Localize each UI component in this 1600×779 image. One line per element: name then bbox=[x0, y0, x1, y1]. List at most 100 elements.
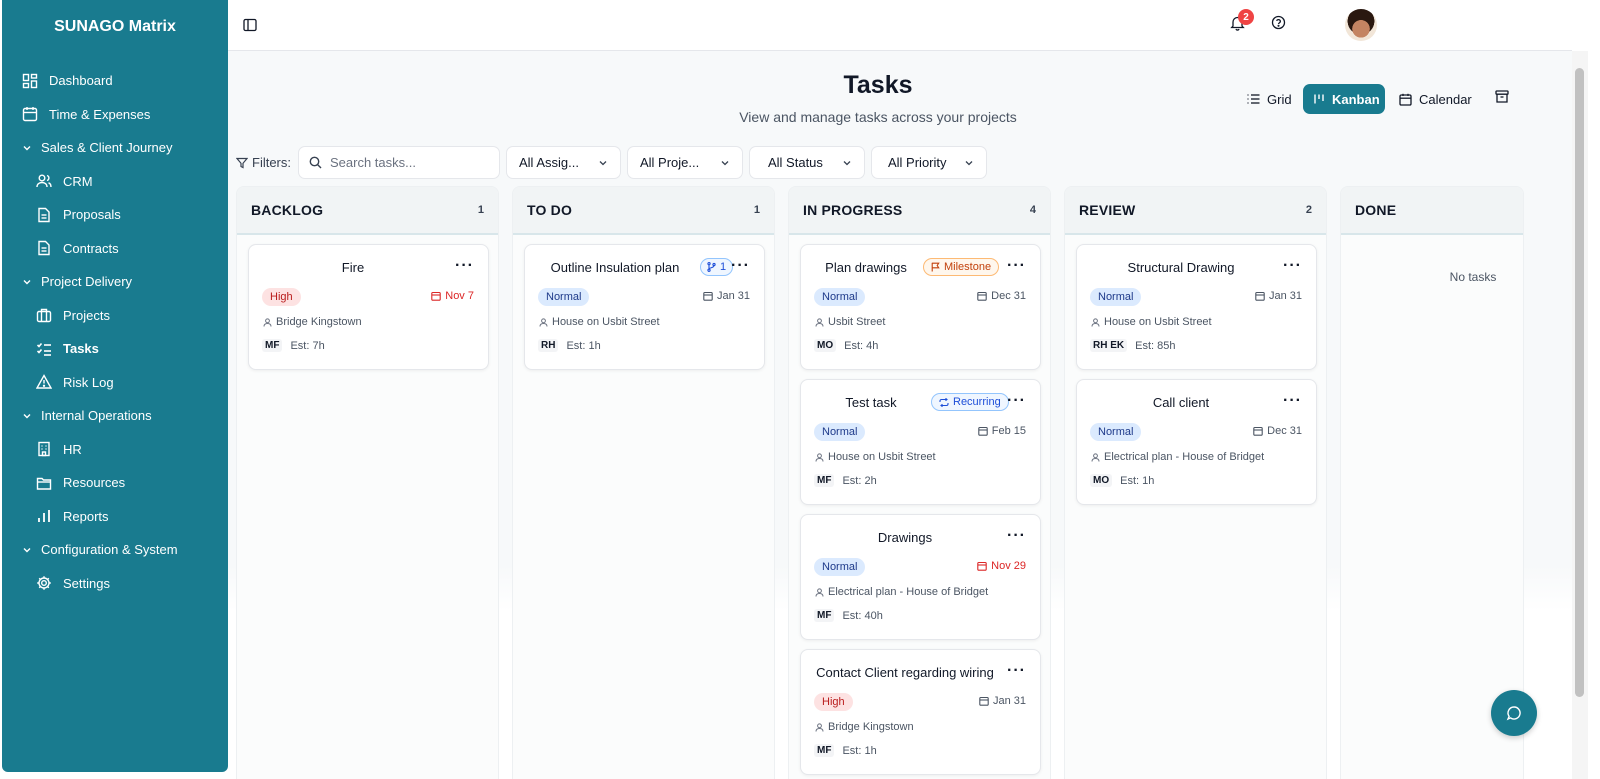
search-input[interactable] bbox=[330, 155, 490, 170]
warning-icon bbox=[36, 374, 52, 390]
sidebar-item-hr[interactable]: HR bbox=[2, 433, 228, 467]
task-project-text: Usbit Street bbox=[828, 316, 886, 328]
column-header: REVIEW 2 bbox=[1065, 187, 1326, 235]
calendar-icon bbox=[1253, 426, 1263, 436]
chevron-down-icon bbox=[22, 277, 34, 287]
avatar[interactable] bbox=[1345, 9, 1377, 41]
help-button[interactable] bbox=[1268, 15, 1288, 35]
bar-chart-icon bbox=[36, 508, 52, 524]
status-filter-select[interactable]: All Status bbox=[749, 146, 865, 179]
card-menu-icon[interactable]: ··· bbox=[1007, 662, 1026, 680]
due-date: Dec 31 bbox=[1253, 425, 1302, 437]
task-project: House on Usbit Street bbox=[1091, 316, 1212, 328]
project-filter-select[interactable]: All Proje... bbox=[627, 146, 743, 179]
sidebar-item-contracts[interactable]: Contracts bbox=[2, 232, 228, 266]
recurring-badge: Recurring bbox=[931, 393, 1009, 411]
document-icon bbox=[36, 207, 52, 223]
task-card[interactable]: Test task Recurring ··· Normal Feb 15 Ho… bbox=[800, 379, 1041, 505]
chat-button[interactable] bbox=[1491, 690, 1537, 736]
sidebar-item-crm[interactable]: CRM bbox=[2, 165, 228, 199]
task-meta: MF Est: 40h bbox=[814, 609, 883, 622]
sidebar-section-internal-ops[interactable]: Internal Operations bbox=[2, 399, 228, 433]
view-calendar-button[interactable]: Calendar bbox=[1389, 84, 1482, 114]
sidebar-section-label: Configuration & System bbox=[41, 542, 178, 558]
task-card[interactable]: Fire ··· High Nov 7 Bridge Kingstown MF … bbox=[248, 244, 489, 370]
filters-label-text: Filters: bbox=[252, 155, 291, 170]
due-date: Jan 31 bbox=[979, 695, 1026, 707]
sidebar-item-proposals[interactable]: Proposals bbox=[2, 198, 228, 232]
card-menu-icon[interactable]: ··· bbox=[1007, 527, 1026, 545]
priority-badge: Normal bbox=[814, 558, 866, 576]
task-title: Outline Insulation plan bbox=[550, 260, 680, 275]
sidebar-item-dashboard[interactable]: Dashboard bbox=[2, 64, 228, 98]
view-grid-button[interactable]: Grid bbox=[1237, 84, 1302, 114]
sidebar-item-label: HR bbox=[63, 441, 82, 457]
sidebar-item-resources[interactable]: Resources bbox=[2, 466, 228, 500]
brand-logo[interactable]: SUNAGO Matrix bbox=[2, 18, 228, 36]
priority-badge: High bbox=[814, 693, 853, 711]
user-icon bbox=[815, 722, 824, 732]
task-project-text: Bridge Kingstown bbox=[276, 316, 362, 328]
assignee-filter-select[interactable]: All Assig... bbox=[506, 146, 621, 179]
due-date: Dec 31 bbox=[977, 290, 1026, 302]
card-menu-icon[interactable]: ··· bbox=[455, 257, 474, 275]
task-card[interactable]: Plan drawings Milestone ··· Normal Dec 3… bbox=[800, 244, 1041, 370]
task-card[interactable]: Outline Insulation plan 1 ··· Normal Jan… bbox=[524, 244, 765, 370]
task-card[interactable]: Drawings ··· Normal Nov 29 Electrical pl… bbox=[800, 514, 1041, 640]
sidebar-toggle-icon[interactable] bbox=[241, 16, 259, 34]
card-menu-icon[interactable]: ··· bbox=[1007, 257, 1026, 275]
card-menu-icon[interactable]: ··· bbox=[1007, 392, 1026, 410]
column-title: TO DO bbox=[527, 202, 573, 218]
task-estimate: Est: 40h bbox=[842, 609, 883, 622]
empty-column-text: No tasks bbox=[1449, 270, 1497, 284]
sidebar-item-label: Projects bbox=[63, 307, 110, 323]
notification-badge: 2 bbox=[1238, 9, 1254, 25]
due-date-text: Feb 15 bbox=[991, 425, 1026, 437]
search-box[interactable] bbox=[298, 146, 500, 179]
sidebar-item-reports[interactable]: Reports bbox=[2, 500, 228, 534]
chevron-down-icon bbox=[720, 158, 730, 168]
card-menu-icon[interactable]: ··· bbox=[1283, 257, 1302, 275]
calendar-icon bbox=[977, 291, 987, 301]
sidebar-section-sales[interactable]: Sales & Client Journey bbox=[2, 131, 228, 165]
priority-badge: Normal bbox=[814, 423, 866, 441]
user-icon bbox=[539, 317, 548, 327]
folder-icon bbox=[36, 475, 52, 491]
sidebar-item-label: Settings bbox=[63, 575, 110, 591]
due-date: Nov 7 bbox=[431, 290, 474, 302]
task-card[interactable]: Structural Drawing ··· Normal Jan 31 Hou… bbox=[1076, 244, 1317, 370]
subtask-badge: 1 bbox=[700, 258, 734, 276]
card-menu-icon[interactable]: ··· bbox=[1283, 392, 1302, 410]
sidebar-section-project-delivery[interactable]: Project Delivery bbox=[2, 265, 228, 299]
sidebar-section-config[interactable]: Configuration & System bbox=[2, 533, 228, 567]
repeat-icon bbox=[939, 397, 949, 407]
main-content: Tasks View and manage tasks across your … bbox=[228, 51, 1572, 779]
sidebar-item-time-expenses[interactable]: Time & Expenses bbox=[2, 98, 228, 132]
kanban-column-todo: TO DO 1 Outline Insulation plan 1 ··· No… bbox=[512, 186, 775, 779]
sidebar-item-tasks[interactable]: Tasks bbox=[2, 332, 228, 366]
task-card[interactable]: Call client ··· Normal Dec 31 Electrical… bbox=[1076, 379, 1317, 505]
task-project: Bridge Kingstown bbox=[263, 316, 362, 328]
sidebar-item-risk-log[interactable]: Risk Log bbox=[2, 366, 228, 400]
user-icon bbox=[1091, 317, 1100, 327]
milestone-label: Milestone bbox=[944, 261, 992, 273]
view-kanban-button[interactable]: Kanban bbox=[1303, 84, 1385, 114]
priority-filter-select[interactable]: All Priority bbox=[871, 146, 987, 179]
card-menu-icon[interactable]: ··· bbox=[731, 257, 750, 275]
due-date-text: Nov 29 bbox=[991, 560, 1026, 572]
notifications-button[interactable]: 2 bbox=[1227, 9, 1254, 35]
task-card[interactable]: Contact Client regarding wiring ··· High… bbox=[800, 649, 1041, 775]
chevron-down-icon bbox=[842, 158, 852, 168]
task-meta: MO Est: 4h bbox=[814, 339, 878, 352]
sidebar: SUNAGO Matrix Dashboard Time & Expenses … bbox=[2, 0, 228, 772]
archive-button[interactable] bbox=[1493, 90, 1511, 108]
calendar-icon bbox=[978, 426, 988, 436]
sidebar-item-projects[interactable]: Projects bbox=[2, 299, 228, 333]
flag-icon bbox=[931, 262, 940, 272]
column-header: TO DO 1 bbox=[513, 187, 774, 235]
sidebar-item-label: Proposals bbox=[63, 207, 121, 223]
sidebar-item-settings[interactable]: Settings bbox=[2, 567, 228, 601]
task-project: Bridge Kingstown bbox=[815, 721, 914, 733]
view-grid-label: Grid bbox=[1267, 91, 1292, 107]
page-scrollbar-thumb[interactable] bbox=[1575, 68, 1584, 697]
